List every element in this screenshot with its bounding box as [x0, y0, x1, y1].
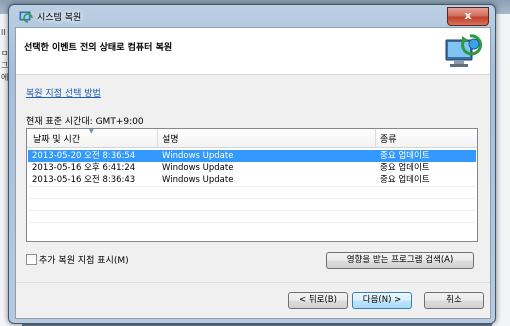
- scan-affected-programs-button[interactable]: 영향을 받는 프로그램 검색(A): [326, 252, 474, 269]
- table-row[interactable]: 2013-05-16 오후 6:41:24 Windows Update 중요 …: [28, 162, 476, 174]
- restore-point-help-link[interactable]: 복원 지점 선택 방법: [26, 86, 101, 99]
- restore-point-list[interactable]: ▼ 날짜 및 시간 설명 종류 2013-05-20 오전 8:36:54 Wi…: [26, 128, 478, 242]
- page-title: 선택한 이벤트 전의 상태로 컴퓨터 복원: [24, 43, 173, 53]
- column-header-description[interactable]: 설명: [162, 132, 179, 145]
- window-title: 시스템 복원: [37, 13, 82, 23]
- system-restore-dialog: 시스템 복원 x 선택한 이벤트 전의 상태로 컴퓨터 복원 복원 지점 선택 …: [8, 4, 496, 324]
- row-type: 중요 업데이트: [380, 163, 430, 173]
- list-header: ▼ 날짜 및 시간 설명 종류: [27, 128, 477, 148]
- back-button[interactable]: < 뒤로(B): [288, 292, 348, 309]
- footer-divider: [16, 282, 490, 283]
- show-more-restore-points-checkbox[interactable]: [26, 254, 37, 265]
- column-header-type[interactable]: 종류: [380, 132, 397, 145]
- row-datetime: 2013-05-16 오후 6:41:24: [32, 163, 136, 173]
- table-row[interactable]: 2013-05-16 오전 8:36:43 Windows Update 중요 …: [28, 174, 476, 186]
- row-divider: [28, 222, 476, 223]
- dialog-client-area: 선택한 이벤트 전의 상태로 컴퓨터 복원 복원 지점 선택 방법 현재 표준 …: [15, 27, 491, 319]
- show-more-restore-points-label[interactable]: 추가 복원 지점 표시(M): [39, 253, 129, 266]
- row-divider: [28, 210, 476, 211]
- next-button[interactable]: 다음(N) >: [352, 292, 412, 309]
- background-text: ll: [1, 28, 6, 37]
- row-divider: [28, 186, 476, 187]
- dialog-header: 선택한 이벤트 전의 상태로 컴퓨터 복원: [16, 28, 490, 75]
- column-divider[interactable]: [375, 129, 376, 147]
- row-datetime: 2013-05-16 오전 8:36:43: [32, 175, 136, 185]
- table-row[interactable]: 2013-05-20 오전 8:36:54 Windows Update 중요 …: [28, 150, 476, 162]
- column-divider[interactable]: [157, 129, 158, 147]
- close-button[interactable]: x: [447, 7, 489, 26]
- timezone-label: 현재 표준 시간대: GMT+9:00: [26, 117, 144, 127]
- row-description: Windows Update: [162, 151, 234, 161]
- row-description: Windows Update: [162, 175, 234, 185]
- row-description: Windows Update: [162, 163, 234, 173]
- sort-indicator-icon: ▼: [89, 128, 94, 135]
- cancel-button[interactable]: 취소: [424, 292, 484, 309]
- row-datetime: 2013-05-20 오전 8:36:54: [32, 151, 136, 161]
- row-type: 중요 업데이트: [380, 151, 430, 161]
- restore-computer-icon: [445, 34, 483, 67]
- column-header-datetime[interactable]: 날짜 및 시간: [33, 132, 80, 145]
- system-restore-icon: [19, 11, 33, 23]
- row-type: 중요 업데이트: [380, 175, 430, 185]
- row-divider: [28, 198, 476, 199]
